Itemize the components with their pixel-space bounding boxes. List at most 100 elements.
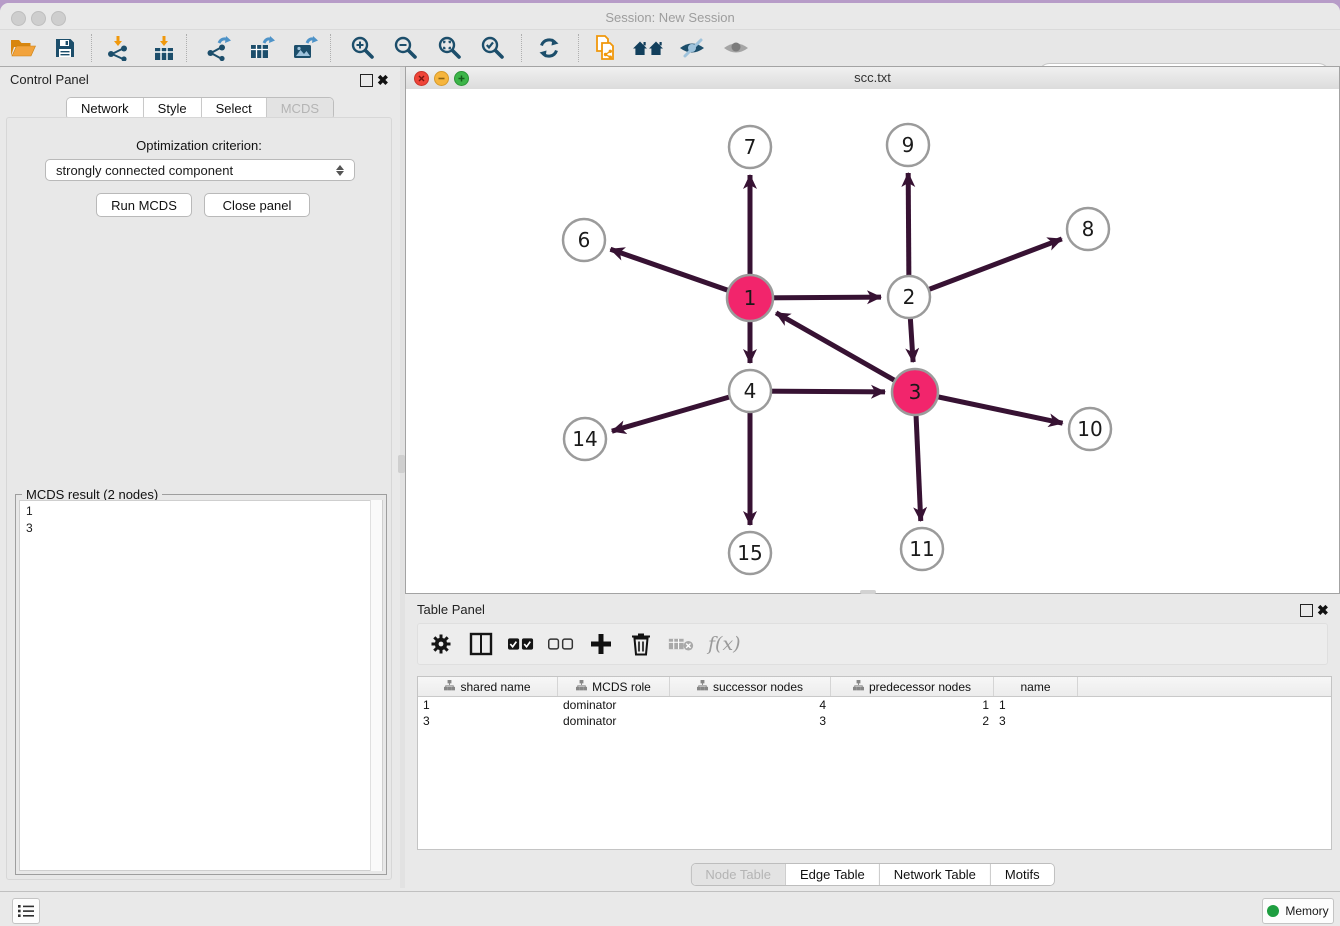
splitter-grip[interactable] bbox=[398, 455, 405, 473]
cell-successor-nodes[interactable]: 3 bbox=[670, 713, 831, 729]
column-header-name[interactable]: name bbox=[994, 677, 1078, 696]
status-bar: Memory bbox=[0, 891, 1340, 926]
dropdown-stepper-icon bbox=[336, 165, 344, 176]
control-panel-header: Control Panel ✖ bbox=[0, 71, 400, 89]
function-builder-icon[interactable]: f(x) bbox=[708, 633, 741, 655]
horizontal-splitter-grip[interactable] bbox=[860, 590, 876, 594]
export-network-icon[interactable] bbox=[199, 32, 237, 64]
graph-node-label-6: 6 bbox=[578, 228, 591, 252]
copy-network-icon[interactable] bbox=[586, 32, 624, 64]
column-header-predecessor-nodes[interactable]: predecessor nodes bbox=[831, 677, 994, 696]
edge-2-8[interactable] bbox=[909, 239, 1062, 297]
tab-network[interactable]: Network bbox=[67, 98, 143, 119]
network-canvas[interactable]: 7968124314101511 bbox=[406, 89, 1339, 593]
column-header-successor-nodes[interactable]: successor nodes bbox=[670, 677, 831, 696]
toolbar-separator bbox=[186, 34, 187, 62]
result-scrollbar[interactable] bbox=[370, 500, 383, 871]
first-neighbors-icon[interactable] bbox=[629, 32, 667, 64]
cell-predecessor-nodes[interactable]: 2 bbox=[831, 713, 994, 729]
toolbar-separator bbox=[91, 34, 92, 62]
graph-node-label-8: 8 bbox=[1082, 217, 1095, 241]
tab-mcds[interactable]: MCDS bbox=[266, 98, 333, 119]
cell-predecessor-nodes[interactable]: 1 bbox=[831, 697, 994, 713]
table-row-2[interactable]: 3dominator323 bbox=[418, 713, 1331, 729]
open-session-icon[interactable] bbox=[4, 32, 42, 64]
tab-node-table[interactable]: Node Table bbox=[691, 864, 785, 885]
column-header-MCDS-role[interactable]: MCDS role bbox=[558, 677, 670, 696]
zoom-in-icon[interactable] bbox=[343, 32, 381, 64]
float-table-panel-icon[interactable] bbox=[1300, 604, 1313, 617]
zoom-out-icon[interactable] bbox=[386, 32, 424, 64]
close-panel-button[interactable]: Close panel bbox=[204, 193, 310, 217]
run-mcds-button[interactable]: Run MCDS bbox=[96, 193, 192, 217]
export-table-icon[interactable] bbox=[242, 32, 280, 64]
toolbar-separator bbox=[578, 34, 579, 62]
cell-MCDS-role[interactable]: dominator bbox=[558, 713, 670, 729]
criterion-value: strongly connected component bbox=[56, 163, 233, 178]
table-panel-tabs: Node TableEdge TableNetwork TableMotifs bbox=[690, 863, 1054, 886]
cell-name[interactable]: 3 bbox=[994, 713, 1078, 729]
table-toolbar: f(x) bbox=[417, 623, 1328, 665]
close-table-panel-icon[interactable]: ✖ bbox=[1317, 602, 1329, 619]
float-panel-icon[interactable] bbox=[360, 74, 373, 87]
graph-node-label-2: 2 bbox=[903, 285, 916, 309]
task-history-button[interactable] bbox=[12, 898, 40, 924]
memory-label: Memory bbox=[1285, 904, 1328, 918]
cell-shared-name[interactable]: 3 bbox=[418, 713, 558, 729]
add-column-icon[interactable] bbox=[588, 631, 614, 657]
graph-node-label-11: 11 bbox=[909, 537, 934, 561]
optimization-criterion-label: Optimization criterion: bbox=[7, 138, 391, 153]
mcds-pane: Optimization criterion: strongly connect… bbox=[6, 117, 392, 880]
column-label: predecessor nodes bbox=[869, 680, 971, 694]
zoom-selected-icon[interactable] bbox=[473, 32, 511, 64]
delete-columns-icon[interactable] bbox=[628, 631, 654, 657]
zoom-fit-icon[interactable] bbox=[430, 32, 468, 64]
network-window-titlebar[interactable]: scc.txt bbox=[406, 67, 1339, 90]
graph-node-label-7: 7 bbox=[744, 135, 757, 159]
import-network-icon[interactable] bbox=[99, 32, 137, 64]
import-table-icon[interactable] bbox=[145, 32, 183, 64]
save-session-icon[interactable] bbox=[46, 32, 84, 64]
application-window: Session: New Session bbox=[0, 0, 1340, 926]
criterion-dropdown[interactable]: strongly connected component bbox=[45, 159, 355, 181]
show-all-icon[interactable] bbox=[717, 32, 755, 64]
close-panel-icon[interactable]: ✖ bbox=[377, 72, 389, 89]
cell-successor-nodes[interactable]: 4 bbox=[670, 697, 831, 713]
cell-MCDS-role[interactable]: dominator bbox=[558, 697, 670, 713]
settings-gear-icon[interactable] bbox=[428, 631, 454, 657]
cell-shared-name[interactable]: 1 bbox=[418, 697, 558, 713]
select-all-columns-icon[interactable] bbox=[508, 631, 534, 657]
table-panel: Table Panel ✖ bbox=[405, 595, 1340, 888]
graph-node-label-3: 3 bbox=[909, 380, 922, 404]
tab-edge-table[interactable]: Edge Table bbox=[785, 864, 879, 885]
column-label: name bbox=[1020, 680, 1050, 694]
mcds-result-list[interactable]: 1 3 bbox=[19, 500, 383, 871]
task-list-icon bbox=[18, 904, 34, 918]
tab-network-table[interactable]: Network Table bbox=[879, 864, 990, 885]
toolbar-separator bbox=[330, 34, 331, 62]
hide-selected-icon[interactable] bbox=[673, 32, 711, 64]
table-panel-title: Table Panel bbox=[417, 602, 485, 617]
tab-select[interactable]: Select bbox=[201, 98, 266, 119]
control-panel-title: Control Panel bbox=[10, 72, 89, 87]
tab-motifs[interactable]: Motifs bbox=[990, 864, 1054, 885]
split-view-icon[interactable] bbox=[468, 631, 494, 657]
export-image-icon[interactable] bbox=[285, 32, 323, 64]
graph-node-label-15: 15 bbox=[737, 541, 762, 565]
node-table: shared nameMCDS rolesuccessor nodes prede… bbox=[417, 676, 1332, 850]
refresh-view-icon[interactable] bbox=[530, 32, 568, 64]
graph-node-label-10: 10 bbox=[1077, 417, 1102, 441]
table-header-row: shared nameMCDS rolesuccessor nodes prede… bbox=[418, 677, 1331, 697]
table-row-1[interactable]: 1dominator411 bbox=[418, 697, 1331, 713]
main-toolbar bbox=[0, 30, 1340, 67]
graph-node-label-14: 14 bbox=[572, 427, 597, 451]
unselect-all-columns-icon[interactable] bbox=[548, 631, 574, 657]
cell-name[interactable]: 1 bbox=[994, 697, 1078, 713]
network-file-title: scc.txt bbox=[406, 70, 1339, 85]
memory-button[interactable]: Memory bbox=[1262, 898, 1334, 924]
delete-table-icon[interactable] bbox=[668, 631, 694, 657]
table-panel-header: Table Panel ✖ bbox=[405, 601, 1340, 619]
memory-status-icon bbox=[1267, 905, 1279, 917]
column-header-shared-name[interactable]: shared name bbox=[418, 677, 558, 696]
tab-style[interactable]: Style bbox=[143, 98, 201, 119]
